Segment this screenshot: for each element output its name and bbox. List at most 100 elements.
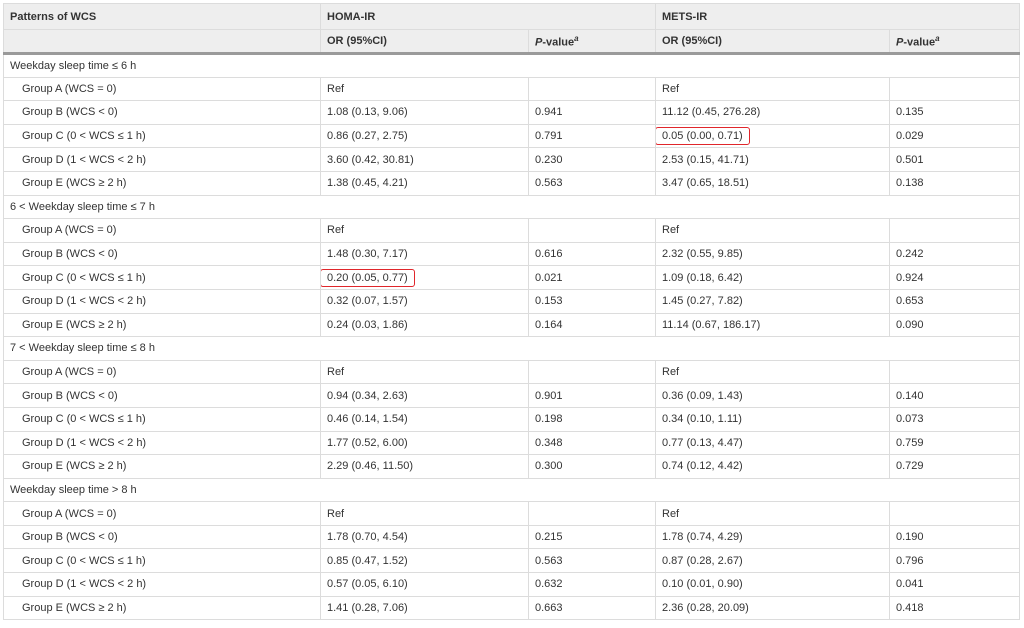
mets-p-cell (888, 501, 1021, 526)
mets-or-cell: 0.87 (0.28, 2.67) (655, 548, 890, 574)
p-footnote: a (574, 33, 579, 43)
table-row: Group E (WCS ≥ 2 h) 0.24 (0.03, 1.86) 0.16… (3, 312, 1021, 338)
homa-p-cell (528, 218, 656, 243)
mets-p-cell: 0.029 (888, 123, 1021, 149)
mets-or-cell: 0.34 (0.10, 1.11) (655, 406, 890, 432)
group-label: Group B (WCS < 0) (3, 241, 321, 267)
group-label: Group D (1 < WCS < 2 h) (3, 147, 321, 172)
header-empty (3, 29, 321, 55)
mets-or-cell: 2.32 (0.55, 9.85) (655, 241, 890, 267)
mets-or-cell: Ref (655, 76, 890, 102)
homa-p-cell: 0.616 (528, 241, 656, 267)
homa-p-cell: 0.198 (528, 406, 656, 432)
mets-or-cell: 1.78 (0.74, 4.29) (655, 524, 890, 550)
header-homa-or: OR (95%CI) (320, 29, 529, 55)
table-row: Group A (WCS = 0) Ref Ref (3, 76, 1021, 102)
mets-or-cell: 1.45 (0.27, 7.82) (655, 288, 890, 314)
homa-or-cell: Ref (320, 218, 529, 243)
section-title: Weekday sleep time > 8 h (2, 477, 1021, 503)
mets-p-cell: 0.041 (888, 572, 1021, 597)
header-patterns: Patterns of WCS (3, 3, 321, 30)
group-label: Group C (0 < WCS ≤ 1 h) (3, 123, 321, 149)
homa-or-cell: Ref (320, 359, 529, 385)
mets-or-cell: 3.47 (0.65, 18.51) (655, 170, 890, 196)
header-row-1: Patterns of WCS HOMA-IR METS-IR (3, 3, 1021, 30)
group-label: Group C (0 < WCS ≤ 1 h) (3, 265, 321, 290)
mets-or-cell: 11.12 (0.45, 276.28) (655, 100, 890, 125)
highlight-box: 0.05 (0.00, 0.71) (656, 127, 750, 146)
mets-p-cell (888, 76, 1021, 102)
mets-p-cell: 0.796 (888, 548, 1021, 574)
section-row: 6 < Weekday sleep time ≤ 7 h (2, 194, 1021, 220)
header-mets-or: OR (95%CI) (655, 29, 890, 55)
homa-or-cell: 0.20 (0.05, 0.77) (320, 265, 529, 290)
table-row: Group E (WCS ≥ 2 h) 1.38 (0.45, 4.21) 0.56… (3, 170, 1021, 196)
homa-or-cell: 0.85 (0.47, 1.52) (320, 548, 529, 574)
section-title: 7 < Weekday sleep time ≤ 8 h (2, 336, 1021, 361)
mets-p-cell: 0.924 (888, 265, 1021, 290)
homa-p-cell: 0.164 (528, 312, 656, 338)
table-row: Group A (WCS = 0) Ref Ref (3, 218, 1021, 243)
homa-p-cell: 0.632 (528, 572, 656, 597)
group-label: Group E (WCS ≥ 2 h) (3, 595, 321, 621)
table-row: Group E (WCS ≥ 2 h) 1.41 (0.28, 7.06) 0.66… (3, 595, 1021, 621)
table-row: Group C (0 < WCS ≤ 1 h) 0.86 (0.27, 2.75)… (3, 123, 1021, 149)
group-label: Group D (1 < WCS < 2 h) (3, 572, 321, 597)
homa-or-cell: 0.57 (0.05, 6.10) (320, 572, 529, 597)
mets-p-cell: 0.190 (888, 524, 1021, 550)
group-label: Group C (0 < WCS ≤ 1 h) (3, 406, 321, 432)
mets-or-cell: Ref (655, 218, 890, 243)
mets-or-cell: Ref (655, 359, 890, 385)
header-mets-p: P-valuea (888, 29, 1021, 55)
homa-p-cell: 0.153 (528, 288, 656, 314)
group-label: Group E (WCS ≥ 2 h) (3, 312, 321, 338)
mets-p-cell: 0.242 (888, 241, 1021, 267)
section-row: Weekday sleep time ≤ 6 h (2, 53, 1021, 78)
table-row: Group C (0 < WCS ≤ 1 h) 0.20 (0.05, 0.77)… (3, 265, 1021, 290)
table-row: Group D (1 < WCS < 2 h) 3.60 (0.42, 30.81… (3, 147, 1021, 172)
homa-p-cell: 0.215 (528, 524, 656, 550)
p-suffix: -value (903, 36, 936, 49)
mets-or-cell: 0.36 (0.09, 1.43) (655, 383, 890, 408)
header-homa-p: P-valuea (528, 29, 656, 55)
group-label: Group B (WCS < 0) (3, 100, 321, 125)
homa-or-cell: Ref (320, 76, 529, 102)
header-row-2: OR (95%CI) P-valuea OR (95%CI) P-valuea (3, 29, 1021, 55)
homa-p-cell (528, 76, 656, 102)
mets-p-cell: 0.073 (888, 406, 1021, 432)
homa-p-cell: 0.563 (528, 548, 656, 574)
group-label: Group B (WCS < 0) (3, 524, 321, 550)
group-label: Group D (1 < WCS < 2 h) (3, 430, 321, 456)
homa-or-cell: 0.86 (0.27, 2.75) (320, 123, 529, 149)
mets-or-cell: 0.10 (0.01, 0.90) (655, 572, 890, 597)
homa-or-cell: 1.77 (0.52, 6.00) (320, 430, 529, 456)
section-title: Weekday sleep time ≤ 6 h (2, 53, 1021, 78)
homa-or-cell: 0.24 (0.03, 1.86) (320, 312, 529, 338)
p-suffix: -value (542, 36, 575, 49)
group-label: Group B (WCS < 0) (3, 383, 321, 408)
mets-or-cell: 0.74 (0.12, 4.42) (655, 454, 890, 479)
homa-or-cell: 1.78 (0.70, 4.54) (320, 524, 529, 550)
mets-or-cell: 1.09 (0.18, 6.42) (655, 265, 890, 290)
mets-or-cell: 2.36 (0.28, 20.09) (655, 595, 890, 621)
mets-p-cell: 0.501 (888, 147, 1021, 172)
table-row: Group A (WCS = 0) Ref Ref (3, 359, 1021, 385)
homa-p-cell (528, 359, 656, 385)
mets-p-cell: 0.729 (888, 454, 1021, 479)
homa-p-cell: 0.941 (528, 100, 656, 125)
homa-or-cell: 0.32 (0.07, 1.57) (320, 288, 529, 314)
group-label: Group A (WCS = 0) (3, 218, 321, 243)
table-row: Group D (1 < WCS < 2 h) 0.57 (0.05, 6.10)… (3, 572, 1021, 597)
homa-p-cell: 0.021 (528, 265, 656, 290)
table-row: Group C (0 < WCS ≤ 1 h) 0.85 (0.47, 1.52)… (3, 548, 1021, 574)
p-footnote: a (935, 33, 940, 43)
table-row: Group E (WCS ≥ 2 h) 2.29 (0.46, 11.50) 0.3… (3, 454, 1021, 479)
homa-p-cell: 0.791 (528, 123, 656, 149)
table-row: Group C (0 < WCS ≤ 1 h) 0.46 (0.14, 1.54)… (3, 406, 1021, 432)
homa-p-cell: 0.348 (528, 430, 656, 456)
mets-p-cell: 0.418 (888, 595, 1021, 621)
homa-p-cell: 0.300 (528, 454, 656, 479)
group-label: Group E (WCS ≥ 2 h) (3, 454, 321, 479)
highlight-box: 0.20 (0.05, 0.77) (321, 268, 415, 287)
section-row: 7 < Weekday sleep time ≤ 8 h (2, 336, 1021, 361)
